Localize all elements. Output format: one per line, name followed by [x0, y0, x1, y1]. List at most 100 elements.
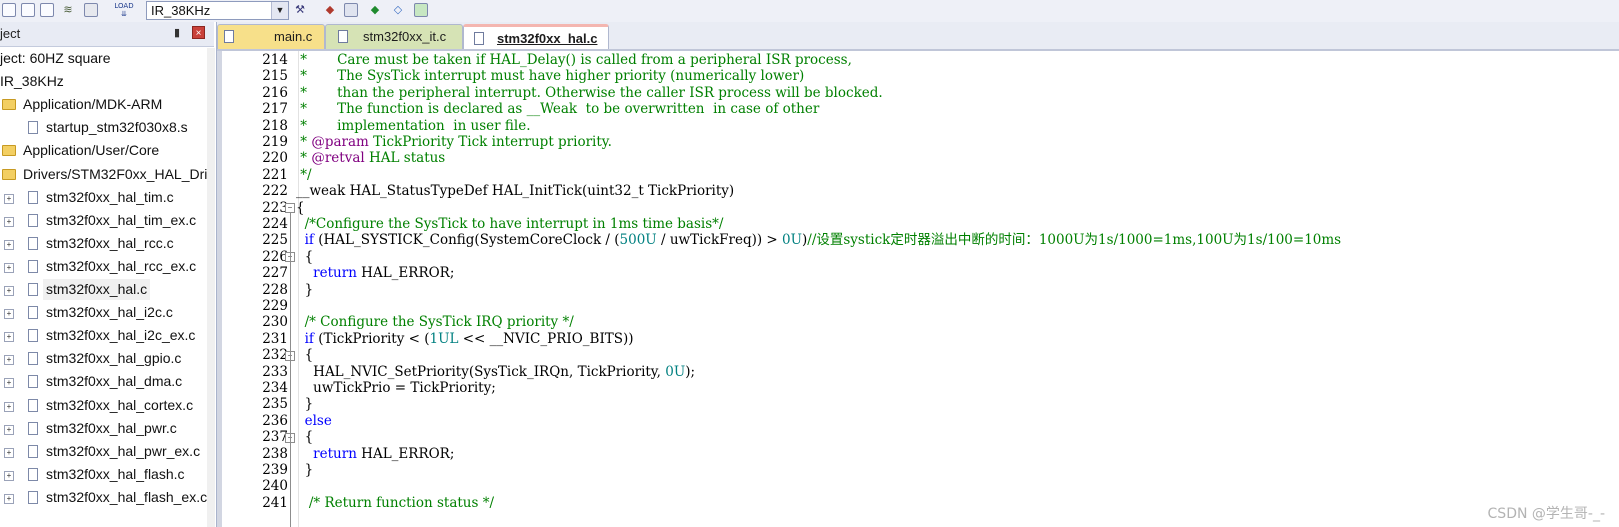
expand-icon[interactable]: +	[4, 286, 14, 296]
code-token: }	[296, 396, 314, 413]
close-icon[interactable]: ×	[192, 26, 205, 39]
tree-item-label: stm32f0xx_hal_pwr_ex.c	[46, 442, 201, 459]
project-panel: ject ▮ × ject: 60HZ square IR_38KHz Applic…	[0, 22, 217, 527]
expand-icon[interactable]: +	[4, 401, 14, 412]
tree-file[interactable]: + stm32f0xx_hal_flash.c	[0, 464, 206, 485]
tree-item-label: startup_stm32f030x8.s	[46, 119, 188, 136]
file-icon	[28, 352, 38, 366]
tree-file[interactable]: + stm32f0xx_hal_flash_ex.c	[0, 487, 207, 508]
tree-node[interactable]: IR_38KHz	[0, 71, 206, 92]
new-file-icon[interactable]	[2, 3, 16, 17]
expand-icon[interactable]: +	[4, 493, 14, 504]
file-icon	[28, 121, 38, 135]
tree-file[interactable]: + stm32f0xx_hal.c	[0, 279, 206, 300]
tree-file[interactable]: startup_stm32f030x8.s	[0, 117, 206, 138]
load-download-icon[interactable]: LOAD ⇊	[114, 2, 134, 18]
copy-icon[interactable]	[344, 3, 358, 17]
expand-icon[interactable]: +	[4, 309, 14, 320]
code-token: //设置systick定时器溢出中断的时间：1000U为1s/1000=1ms,…	[807, 232, 1342, 249]
tree-file[interactable]: + stm32f0xx_hal_dma.c	[0, 371, 206, 392]
options-wand-icon[interactable]: ⚒	[292, 2, 308, 18]
code-token: * implementation in user file.	[296, 117, 531, 134]
line-number: 223	[262, 199, 288, 216]
code-token: HAL_ERROR;	[356, 265, 455, 282]
code-token: / uwTickFreq)) >	[656, 232, 783, 249]
file-icon	[28, 190, 38, 204]
manage-components-icon[interactable]: ◆	[322, 2, 338, 18]
tree-item-label: stm32f0xx_hal_tim.c	[46, 188, 174, 205]
print-icon[interactable]	[84, 3, 98, 17]
code-line: if (HAL_SYSTICK_Config(SystemCoreClock /…	[296, 232, 1342, 249]
expand-icon[interactable]: +	[4, 447, 14, 458]
pin-icon[interactable]: ▮	[174, 26, 180, 39]
code-line: /* Return function status */	[296, 495, 494, 511]
debug-icon[interactable]: ◇	[390, 2, 406, 18]
tree-file[interactable]: + stm32f0xx_hal_pwr.c	[0, 418, 206, 439]
tree-file[interactable]: + stm32f0xx_hal_cortex.c	[0, 395, 206, 416]
tree-file[interactable]: + stm32f0xx_hal_tim.c	[0, 187, 206, 208]
code-token: if	[304, 232, 314, 249]
tree-file[interactable]: + stm32f0xx_hal_i2c_ex.c	[0, 325, 206, 346]
expand-icon[interactable]: +	[4, 239, 14, 250]
project-panel-scrollbar[interactable]	[207, 48, 215, 527]
tree-folder[interactable]: Application/User/Core	[0, 140, 206, 161]
tree-folder[interactable]: Drivers/STM32F0xx_HAL_Driv	[0, 164, 214, 185]
target-select[interactable]: IR_38KHz ▼	[146, 1, 289, 20]
code-editor[interactable]: 214 215 216 217 218 219 220 221 222 223 224 225 226 2…	[217, 51, 1619, 527]
line-number: 238	[262, 445, 288, 462]
tree-file[interactable]: + stm32f0xx_hal_i2c.c	[0, 302, 206, 323]
tab-stm32f0xx-it-c[interactable]: stm32f0xx_it.c	[325, 24, 463, 49]
code-line: {	[296, 249, 314, 265]
tree-item-label: stm32f0xx_hal_cortex.c	[46, 396, 194, 413]
expand-icon[interactable]: +	[4, 470, 14, 481]
collapse-icon[interactable]: −	[285, 203, 295, 214]
code-token: /* Return function status */	[308, 494, 495, 511]
tab-main-c[interactable]: main.c	[217, 24, 325, 49]
expand-icon[interactable]: +	[4, 332, 14, 343]
open-file-icon[interactable]	[21, 3, 35, 17]
line-number: 229	[262, 298, 288, 314]
document-icon	[474, 32, 484, 45]
line-number: 234	[262, 380, 288, 396]
expand-icon[interactable]: +	[4, 216, 14, 227]
line-number: 226	[262, 248, 288, 265]
tree-file[interactable]: + stm32f0xx_hal_pwr_ex.c	[0, 441, 206, 462]
chevron-down-icon[interactable]: ▼	[271, 2, 288, 19]
expand-icon[interactable]: +	[4, 262, 14, 273]
pack-installer-icon[interactable]	[414, 3, 428, 17]
tree-folder[interactable]: Application/MDK-ARM	[0, 94, 206, 115]
code-token: {	[296, 347, 314, 364]
code-line: return HAL_ERROR;	[296, 265, 454, 281]
line-number: 225	[262, 232, 288, 249]
tree-item-label: stm32f0xx_hal_rcc_ex.c	[46, 257, 197, 274]
code-line: * @param TickPriority Tick interrupt pri…	[296, 134, 612, 150]
expand-icon[interactable]: +	[4, 378, 14, 389]
tree-item-label: stm32f0xx_hal_pwr.c	[46, 419, 177, 436]
save-icon[interactable]	[40, 3, 54, 17]
code-token: *	[296, 134, 312, 150]
line-number: 215	[262, 68, 288, 85]
code-token: 1UL	[429, 330, 459, 347]
tree-file[interactable]: + stm32f0xx_hal_rcc.c	[0, 233, 206, 254]
line-number: 239	[262, 462, 288, 478]
line-number: 218	[262, 117, 288, 134]
code-line: * The SysTick interrupt must have higher…	[296, 68, 804, 84]
save-all-icon[interactable]: ≋	[60, 2, 76, 18]
line-number: 237	[262, 429, 288, 446]
tree-file[interactable]: + stm32f0xx_hal_tim_ex.c	[0, 210, 206, 231]
code-token: @retval	[311, 150, 365, 167]
file-icon	[28, 421, 38, 435]
tree-file[interactable]: + stm32f0xx_hal_rcc_ex.c	[0, 256, 206, 277]
tab-stm32f0xx-hal-c[interactable]: stm32f0xx_hal.c	[463, 24, 609, 49]
file-icon	[28, 444, 38, 458]
expand-icon[interactable]: +	[4, 424, 14, 435]
expand-icon[interactable]: +	[4, 193, 14, 204]
tree-file[interactable]: + stm32f0xx_hal_gpio.c	[0, 348, 206, 369]
insert-icon[interactable]: ◆	[367, 2, 383, 18]
tree-node[interactable]: ject: 60HZ square	[0, 48, 206, 69]
folder-icon	[2, 168, 16, 180]
expand-icon[interactable]: +	[4, 355, 14, 366]
